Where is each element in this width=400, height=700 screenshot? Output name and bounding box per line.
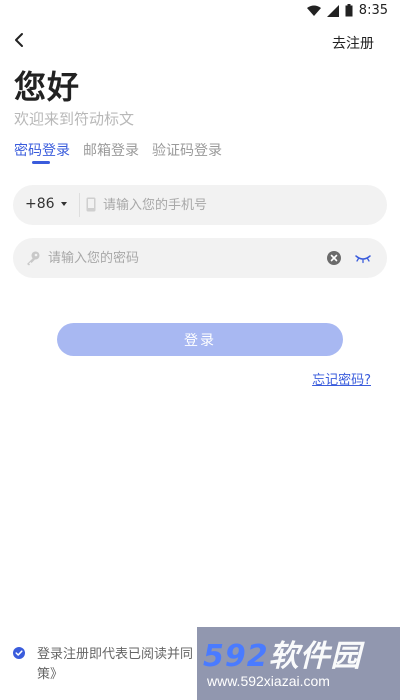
checkbox-checked-icon[interactable] bbox=[13, 647, 25, 659]
active-tab-indicator bbox=[32, 161, 50, 164]
battery-icon bbox=[345, 4, 353, 17]
tab-code-login[interactable]: 验证码登录 bbox=[152, 140, 222, 162]
phone-icon bbox=[86, 197, 96, 212]
watermark-brand-text: 软件园 bbox=[268, 639, 362, 674]
signal-icon bbox=[326, 4, 339, 17]
tab-email-login[interactable]: 邮箱登录 bbox=[83, 140, 139, 162]
eye-closed-icon[interactable] bbox=[355, 252, 371, 264]
status-time: 8:35 bbox=[358, 3, 388, 18]
tab-label: 验证码登录 bbox=[152, 143, 222, 159]
tab-label: 邮箱登录 bbox=[83, 143, 139, 159]
wifi-icon bbox=[306, 5, 321, 16]
tab-label: 密码登录 bbox=[14, 143, 70, 159]
watermark-brand: 592软件园 bbox=[203, 631, 362, 675]
password-input[interactable] bbox=[48, 238, 318, 278]
status-bar: 8:35 bbox=[0, 0, 400, 24]
status-icons: 8:35 bbox=[306, 3, 388, 18]
caret-down-icon bbox=[60, 202, 67, 206]
tab-password-login[interactable]: 密码登录 bbox=[14, 140, 70, 164]
country-code-selector[interactable]: +86 bbox=[25, 196, 67, 212]
watermark-url: www.592xiazai.com bbox=[207, 673, 330, 689]
welcome-subtitle: 欢迎来到符动标文 bbox=[14, 110, 135, 128]
phone-field: +86 bbox=[13, 185, 387, 225]
agreement-text-line1: 登录注册即代表已阅读并同 bbox=[37, 647, 194, 662]
clear-input-icon[interactable] bbox=[327, 251, 341, 265]
login-button[interactable]: 登录 bbox=[57, 323, 343, 356]
register-link[interactable]: 去注册 bbox=[332, 33, 374, 53]
watermark-logo: 592软件园 www.592xiazai.com bbox=[197, 627, 400, 700]
field-divider bbox=[79, 193, 80, 217]
watermark-brand-number: 592 bbox=[203, 639, 269, 674]
login-method-tabs: 密码登录 邮箱登录 验证码登录 bbox=[14, 140, 222, 164]
country-code-value: +86 bbox=[25, 196, 55, 212]
forgot-password-link[interactable]: 忘记密码? bbox=[312, 369, 371, 388]
back-arrow-icon[interactable] bbox=[10, 30, 30, 50]
page-title: 您好 bbox=[14, 68, 81, 106]
password-field bbox=[13, 238, 387, 278]
key-icon bbox=[27, 251, 40, 266]
phone-input[interactable] bbox=[103, 185, 373, 225]
agreement-text-line2: 策》 bbox=[37, 667, 64, 682]
